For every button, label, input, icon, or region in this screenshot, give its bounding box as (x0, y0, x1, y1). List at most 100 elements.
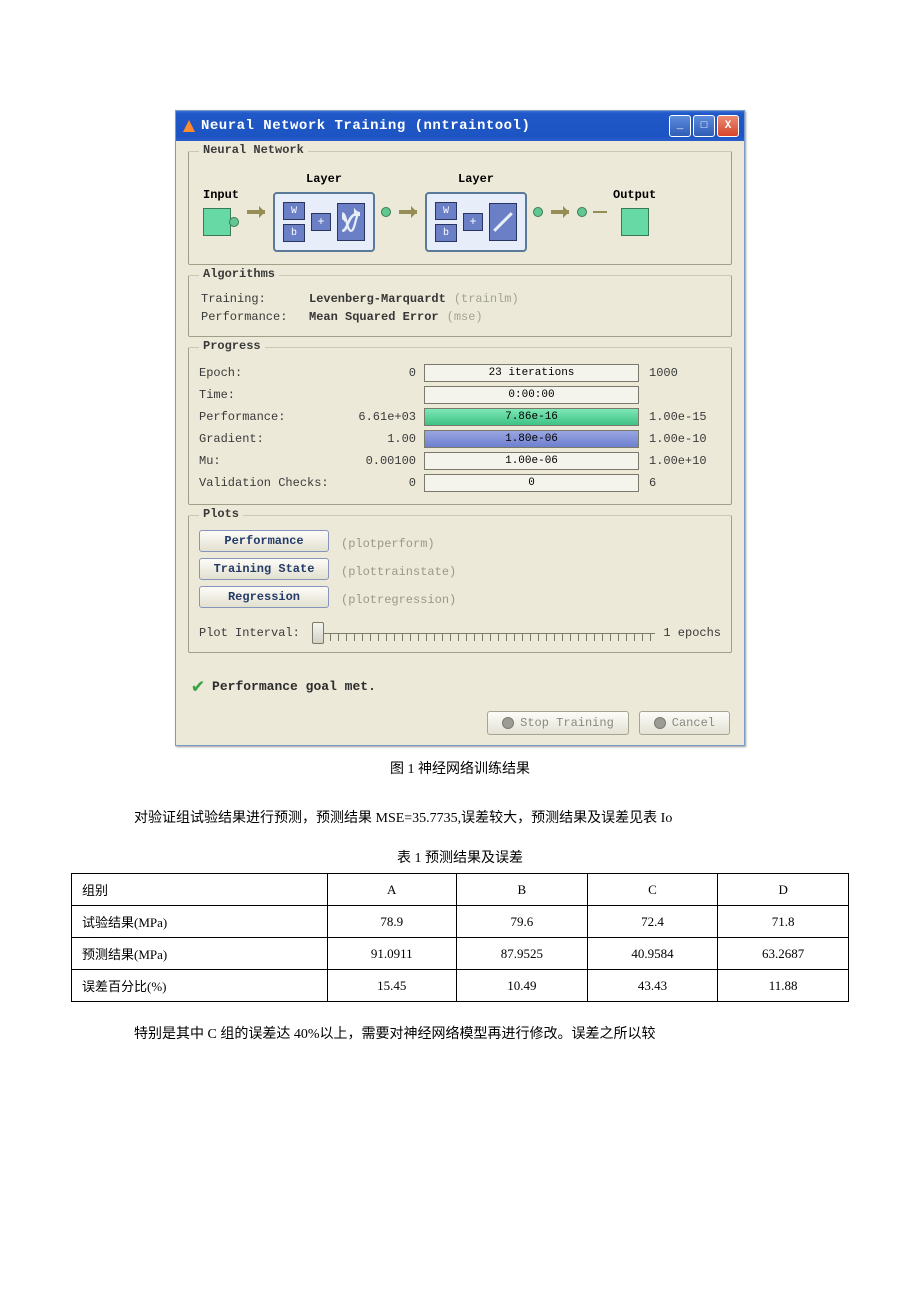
progress-bar: 0:00:00 (424, 386, 639, 404)
table-cell: 11.88 (718, 970, 849, 1002)
plot-button-row: Regression(plotregression) (199, 586, 721, 614)
close-icon: X (725, 120, 732, 132)
input-block-icon (203, 208, 231, 236)
progress-start-value: 6.61e+03 (349, 410, 424, 424)
app-logo-icon (181, 118, 197, 134)
stop-training-button[interactable]: Stop Training (487, 711, 629, 735)
plot-button-row: Training State (plottrainstate) (199, 558, 721, 586)
table-caption: 表 1 预测结果及误差 (60, 847, 860, 867)
results-table: 组别ABCD 试验结果(MPa)78.979.672.471.8预测结果(MPa… (71, 873, 849, 1002)
connector-dot-icon (577, 207, 587, 217)
neural-network-group: Neural Network Input Layer W b (188, 151, 732, 265)
plot-interval-value: 1 epochs (663, 626, 721, 640)
body-paragraph: 对验证组试验结果进行预测，预测结果 MSE=35.7735,误差较大，预测结果及… (106, 806, 814, 831)
cancel-icon (654, 717, 666, 729)
plots-group: Plots Performance(plotperform)Training S… (188, 515, 732, 653)
progress-row: Mu:0.001001.00e-061.00e+10 (199, 450, 721, 472)
plot-interval-label: Plot Interval: (199, 626, 300, 640)
table-cell: 78.9 (327, 906, 456, 938)
arrow-icon (399, 210, 417, 214)
table-cell: 43.43 (587, 970, 718, 1002)
table-cell: 10.49 (456, 970, 587, 1002)
algorithm-label: Performance: (201, 310, 301, 324)
close-button[interactable]: X (717, 115, 739, 137)
slider-ticks-icon (322, 633, 656, 641)
progress-bar-text: 7.86e-16 (425, 409, 638, 425)
table-row: 试验结果(MPa)78.979.672.471.8 (72, 906, 849, 938)
table-header: B (456, 874, 587, 906)
plot-function: (plottrainstate) (341, 565, 456, 579)
progress-end-value: 1.00e-15 (639, 410, 709, 424)
progress-row: Performance:6.61e+037.86e-161.00e-15 (199, 406, 721, 428)
progress-row: Gradient:1.001.80e-061.00e-10 (199, 428, 721, 450)
algorithm-function: (mse) (447, 310, 483, 324)
progress-label: Mu: (199, 454, 349, 468)
table-cell: 试验结果(MPa) (72, 906, 328, 938)
progress-end-value: 6 (639, 476, 709, 490)
window-title: Neural Network Training (nntraintool) (201, 118, 669, 134)
plot-button[interactable]: Training State (199, 558, 329, 580)
progress-bar: 23 iterations (424, 364, 639, 382)
algorithm-value: Mean Squared Error (309, 310, 439, 324)
weight-tile-icon: W (283, 202, 305, 220)
plot-button[interactable]: Performance (199, 530, 329, 552)
output-column: Output (613, 188, 656, 236)
progress-bar-text: 1.00e-06 (425, 453, 638, 469)
button-label: Stop Training (520, 716, 614, 730)
table-cell: 误差百分比(%) (72, 970, 328, 1002)
table-cell: 87.9525 (456, 938, 587, 970)
dialog-body: Neural Network Input Layer W b (176, 141, 744, 745)
progress-row: Validation Checks:006 (199, 472, 721, 494)
weight-tile-icon: W (435, 202, 457, 220)
plot-interval-slider[interactable] (308, 624, 656, 642)
plot-button[interactable]: Regression (199, 586, 329, 608)
table-header: D (718, 874, 849, 906)
progress-end-value: 1.00e-10 (639, 432, 709, 446)
algorithm-performance-row: Performance: Mean Squared Error (mse) (199, 308, 721, 326)
progress-bar: 7.86e-16 (424, 408, 639, 426)
input-column: Input (203, 188, 239, 236)
sum-icon: + (463, 213, 483, 231)
group-legend: Progress (199, 339, 265, 353)
table-cell: 91.0911 (327, 938, 456, 970)
bias-tile-icon: b (435, 224, 457, 242)
body-paragraph: 特别是其中 C 组的误差达 40%以上，需要对神经网络模型再进行修改。误差之所以… (106, 1022, 814, 1047)
progress-start-value: 0 (349, 476, 424, 490)
table-cell: 15.45 (327, 970, 456, 1002)
tansig-activation-icon (337, 203, 365, 241)
progress-label: Time: (199, 388, 349, 402)
purelin-activation-icon (489, 203, 517, 241)
table-cell: 40.9584 (587, 938, 718, 970)
table-cell: 71.8 (718, 906, 849, 938)
layer2-column: Layer W b + (425, 172, 527, 252)
slider-thumb-icon[interactable] (312, 622, 324, 644)
progress-end-value: 1000 (639, 366, 709, 380)
table-row: 误差百分比(%)15.4510.4943.4311.88 (72, 970, 849, 1002)
progress-label: Gradient: (199, 432, 349, 446)
plot-button-row: Performance(plotperform) (199, 530, 721, 558)
table-header: A (327, 874, 456, 906)
minimize-icon: _ (677, 120, 684, 132)
minimize-button[interactable]: _ (669, 115, 691, 137)
table-cell: 72.4 (587, 906, 718, 938)
progress-group: Progress Epoch:023 iterations1000Time:0:… (188, 347, 732, 505)
output-label: Output (613, 188, 656, 202)
progress-bar-text: 23 iterations (425, 365, 638, 381)
cancel-button[interactable]: Cancel (639, 711, 730, 735)
dialog-footer: Stop Training Cancel (188, 707, 732, 737)
algorithms-group: Algorithms Training: Levenberg-Marquardt… (188, 275, 732, 337)
connector-dot-icon (229, 217, 239, 227)
table-cell: 63.2687 (718, 938, 849, 970)
progress-start-value: 0 (349, 366, 424, 380)
algorithm-function: (trainlm) (454, 292, 519, 306)
table-row: 预测结果(MPa)91.091187.952540.958463.2687 (72, 938, 849, 970)
connector-dot-icon (381, 207, 391, 217)
maximize-button[interactable]: □ (693, 115, 715, 137)
progress-label: Epoch: (199, 366, 349, 380)
input-label: Input (203, 188, 239, 202)
layer1-label: Layer (306, 172, 342, 186)
figure-caption: 图 1 神经网络训练结果 (60, 758, 860, 778)
progress-start-value: 1.00 (349, 432, 424, 446)
algorithm-value: Levenberg-Marquardt (309, 292, 446, 306)
table-cell: 79.6 (456, 906, 587, 938)
